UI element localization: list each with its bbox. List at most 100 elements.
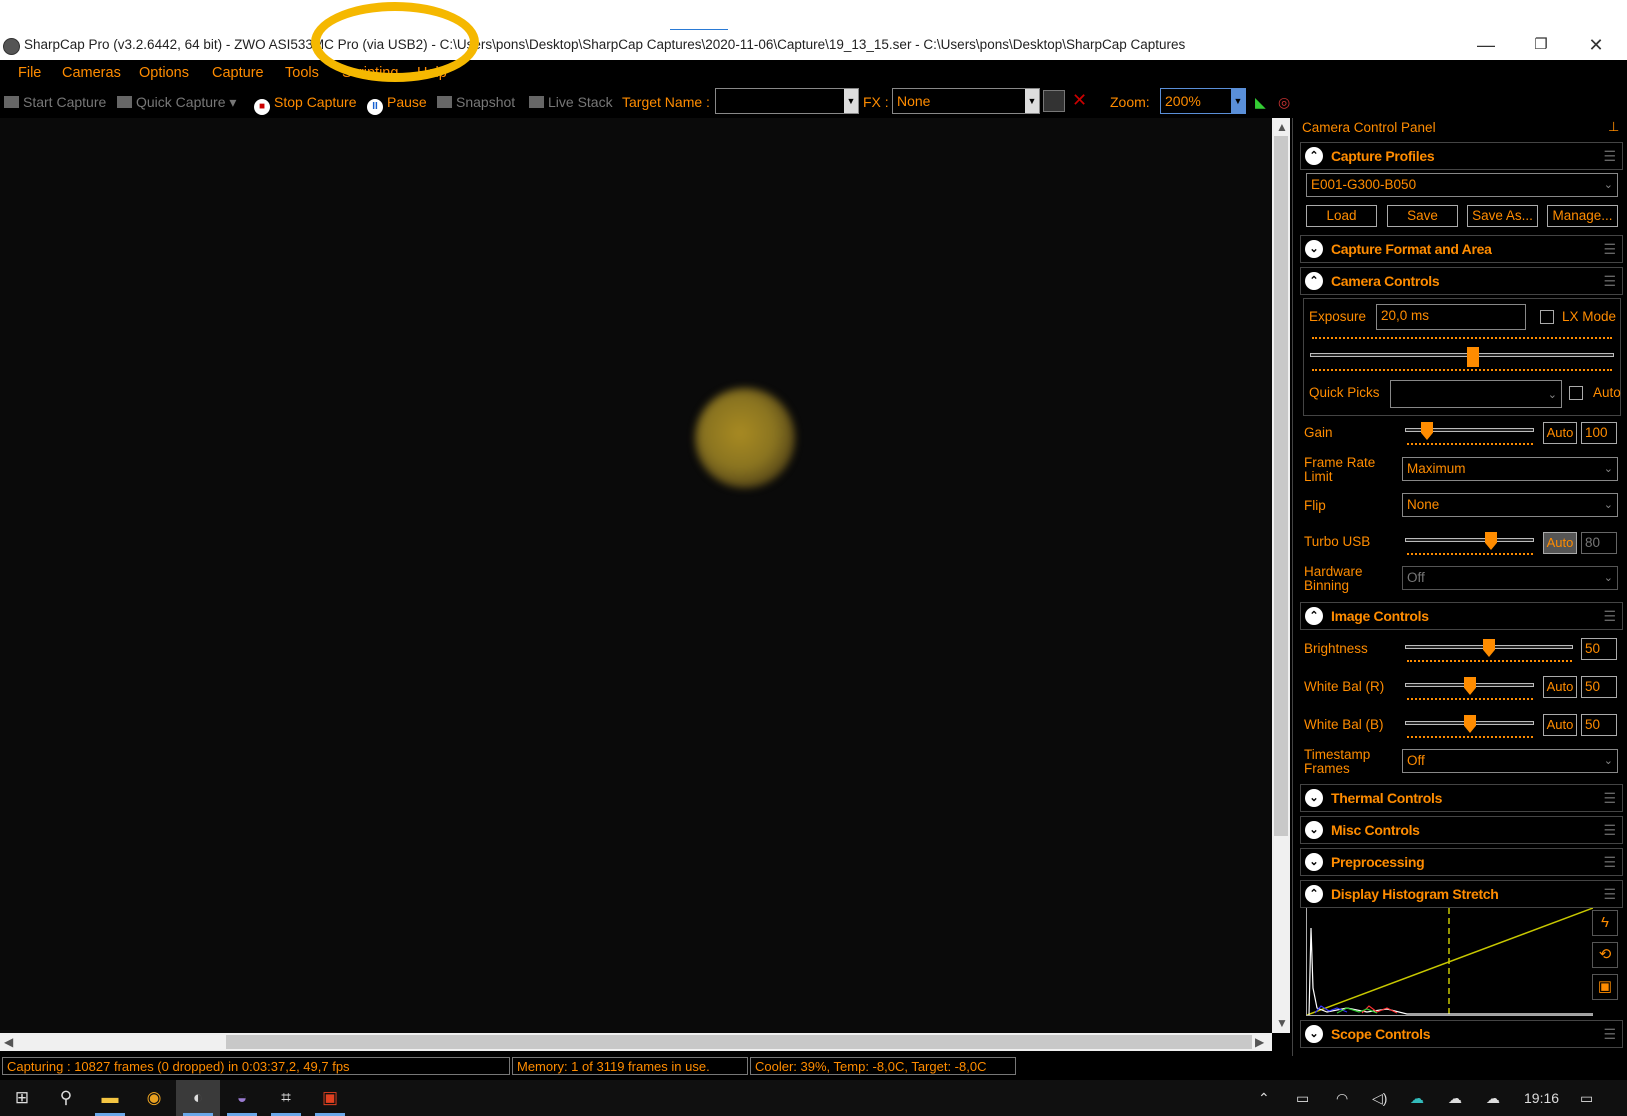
section-menu-icon[interactable]: ☰: [1603, 241, 1616, 258]
scroll-up-icon[interactable]: ▲: [1276, 120, 1288, 134]
sharpcap-taskbar-icon[interactable]: ◐: [176, 1080, 220, 1116]
section-misc-controls[interactable]: ⌄ Misc Controls ☰: [1300, 816, 1623, 844]
scroll-right-icon[interactable]: ▶: [1255, 1035, 1264, 1049]
brightness-ticks: [1407, 660, 1572, 666]
upload-cloud-icon[interactable]: ☁: [1448, 1090, 1462, 1107]
exposure-field[interactable]: 20,0 ms: [1376, 304, 1526, 330]
white-bal-b-auto-button[interactable]: Auto: [1543, 714, 1577, 736]
start-windows-icon[interactable]: ⊞: [0, 1080, 44, 1116]
close-button[interactable]: ✕: [1573, 32, 1619, 58]
cloud-app-icon[interactable]: ☁: [1410, 1090, 1424, 1107]
section-menu-icon[interactable]: ☰: [1603, 1026, 1616, 1043]
turbo-usb-slider-track[interactable]: [1405, 538, 1534, 542]
notifications-icon[interactable]: ▭: [1580, 1090, 1593, 1107]
stellarium-icon[interactable]: ◒: [220, 1080, 264, 1116]
horizontal-scroll-thumb[interactable]: [226, 1035, 1252, 1049]
section-preprocessing[interactable]: ⌄ Preprocessing ☰: [1300, 848, 1623, 876]
search-icon[interactable]: ⚲: [44, 1080, 88, 1116]
section-display-histogram[interactable]: ⌃ Display Histogram Stretch ☰: [1300, 880, 1623, 908]
manage-profiles-button[interactable]: Manage...: [1547, 205, 1618, 227]
menu-tools[interactable]: Tools: [285, 65, 319, 81]
section-camera-controls[interactable]: ⌃ Camera Controls ☰: [1300, 267, 1623, 295]
minimize-button[interactable]: —: [1463, 32, 1509, 58]
capture-profile-select[interactable]: E001-G300-B050 ⌄: [1306, 173, 1618, 197]
title-bar: SharpCap Pro (v3.2.6442, 64 bit) - ZWO A…: [0, 30, 1627, 60]
section-title: Scope Controls: [1331, 1026, 1431, 1042]
section-menu-icon[interactable]: ☰: [1603, 608, 1616, 625]
pause-button[interactable]: II Pause: [367, 94, 427, 115]
section-title: Image Controls: [1331, 608, 1429, 624]
scroll-down-icon[interactable]: ▼: [1276, 1016, 1288, 1030]
save-stretch-icon[interactable]: ▣: [1592, 974, 1618, 1000]
pin-icon[interactable]: ⊥: [1608, 119, 1619, 135]
menu-cameras[interactable]: Cameras: [62, 65, 121, 81]
section-capture-format[interactable]: ⌄ Capture Format and Area ☰: [1300, 235, 1623, 263]
stop-icon: ■: [254, 99, 270, 115]
section-scope-controls[interactable]: ⌄ Scope Controls ☰: [1300, 1020, 1623, 1048]
turbo-usb-value-field: 80: [1581, 532, 1617, 554]
volume-icon[interactable]: ◁): [1372, 1090, 1387, 1107]
quick-capture-dropdown-icon[interactable]: ▾: [229, 94, 236, 110]
white-bal-b-value-field[interactable]: 50: [1581, 714, 1617, 736]
battery-icon[interactable]: ▭: [1296, 1090, 1309, 1107]
start-capture-button[interactable]: Start Capture: [4, 94, 106, 110]
lx-mode-checkbox[interactable]: [1540, 310, 1554, 324]
app-grid-icon[interactable]: ⌗: [264, 1080, 308, 1116]
onedrive-icon[interactable]: ☁: [1486, 1090, 1500, 1107]
save-as-profile-button[interactable]: Save As...: [1467, 205, 1538, 227]
exposure-slider-track[interactable]: [1310, 353, 1614, 357]
load-profile-button[interactable]: Load: [1306, 205, 1377, 227]
scroll-left-icon[interactable]: ◀: [4, 1035, 13, 1049]
stop-capture-button[interactable]: ■ Stop Capture: [254, 94, 357, 115]
file-explorer-icon[interactable]: ▬: [88, 1080, 132, 1116]
reset-stretch-icon[interactable]: ⟲: [1592, 942, 1618, 968]
save-profile-button[interactable]: Save: [1387, 205, 1458, 227]
wifi-icon[interactable]: ◠: [1336, 1090, 1348, 1107]
chrome-icon[interactable]: ◉: [132, 1080, 176, 1116]
live-stack-button[interactable]: Live Stack: [529, 94, 613, 110]
section-capture-profiles[interactable]: ⌃ Capture Profiles ☰: [1300, 142, 1623, 170]
menu-options[interactable]: Options: [139, 65, 189, 81]
tray-chevron-up-icon[interactable]: ⌃: [1258, 1090, 1270, 1107]
turbo-usb-auto-button[interactable]: Auto: [1543, 532, 1577, 554]
white-bal-r-auto-button[interactable]: Auto: [1543, 676, 1577, 698]
zoom-combo[interactable]: 200% ▼: [1160, 88, 1246, 114]
quick-picks-auto-checkbox[interactable]: [1569, 386, 1583, 400]
section-menu-icon[interactable]: ☰: [1603, 790, 1616, 807]
section-menu-icon[interactable]: ☰: [1603, 854, 1616, 871]
menu-capture[interactable]: Capture: [212, 65, 264, 81]
gain-auto-button[interactable]: Auto: [1543, 422, 1577, 444]
quick-capture-button[interactable]: Quick Capture ▾: [117, 94, 236, 111]
white-bal-r-value-field[interactable]: 50: [1581, 676, 1617, 698]
stretch-line: [1307, 908, 1593, 1015]
gain-value-field[interactable]: 100: [1581, 422, 1617, 444]
histogram-display[interactable]: [1306, 908, 1593, 1016]
histogram-icon[interactable]: ◣: [1255, 94, 1266, 111]
vertical-scroll-thumb[interactable]: [1274, 136, 1288, 836]
section-menu-icon[interactable]: ☰: [1603, 273, 1616, 290]
fx-combo[interactable]: None ▼: [892, 88, 1040, 114]
maximize-button[interactable]: ❐: [1518, 32, 1564, 58]
section-menu-icon[interactable]: ☰: [1603, 148, 1616, 165]
zoom-reset-icon[interactable]: ◎: [1278, 94, 1290, 111]
section-thermal-controls[interactable]: ⌄ Thermal Controls ☰: [1300, 784, 1623, 812]
menu-file[interactable]: File: [18, 65, 41, 81]
brightness-value-field[interactable]: 50: [1581, 638, 1617, 660]
frame-rate-select[interactable]: Maximum ⌄: [1402, 457, 1618, 481]
image-viewer[interactable]: [0, 118, 1272, 1033]
powerpoint-icon[interactable]: ▣: [308, 1080, 352, 1116]
flip-select[interactable]: None ⌄: [1402, 493, 1618, 517]
clock[interactable]: 19:16: [1524, 1090, 1559, 1106]
exposure-slider-thumb[interactable]: [1467, 347, 1479, 367]
section-menu-icon[interactable]: ☰: [1603, 886, 1616, 903]
section-menu-icon[interactable]: ☰: [1603, 822, 1616, 839]
snapshot-button[interactable]: Snapshot: [437, 94, 515, 110]
section-image-controls[interactable]: ⌃ Image Controls ☰: [1300, 602, 1623, 630]
chevron-down-icon: ⌄: [1305, 1025, 1323, 1043]
fx-settings-icon[interactable]: [1043, 90, 1065, 112]
auto-stretch-lightning-icon[interactable]: ϟ: [1592, 910, 1618, 936]
timestamp-frames-select[interactable]: Off ⌄: [1402, 749, 1618, 773]
fx-clear-icon[interactable]: ✕: [1072, 90, 1087, 111]
target-name-combo[interactable]: ▼: [715, 88, 859, 114]
quick-picks-select[interactable]: ⌄: [1390, 380, 1562, 408]
